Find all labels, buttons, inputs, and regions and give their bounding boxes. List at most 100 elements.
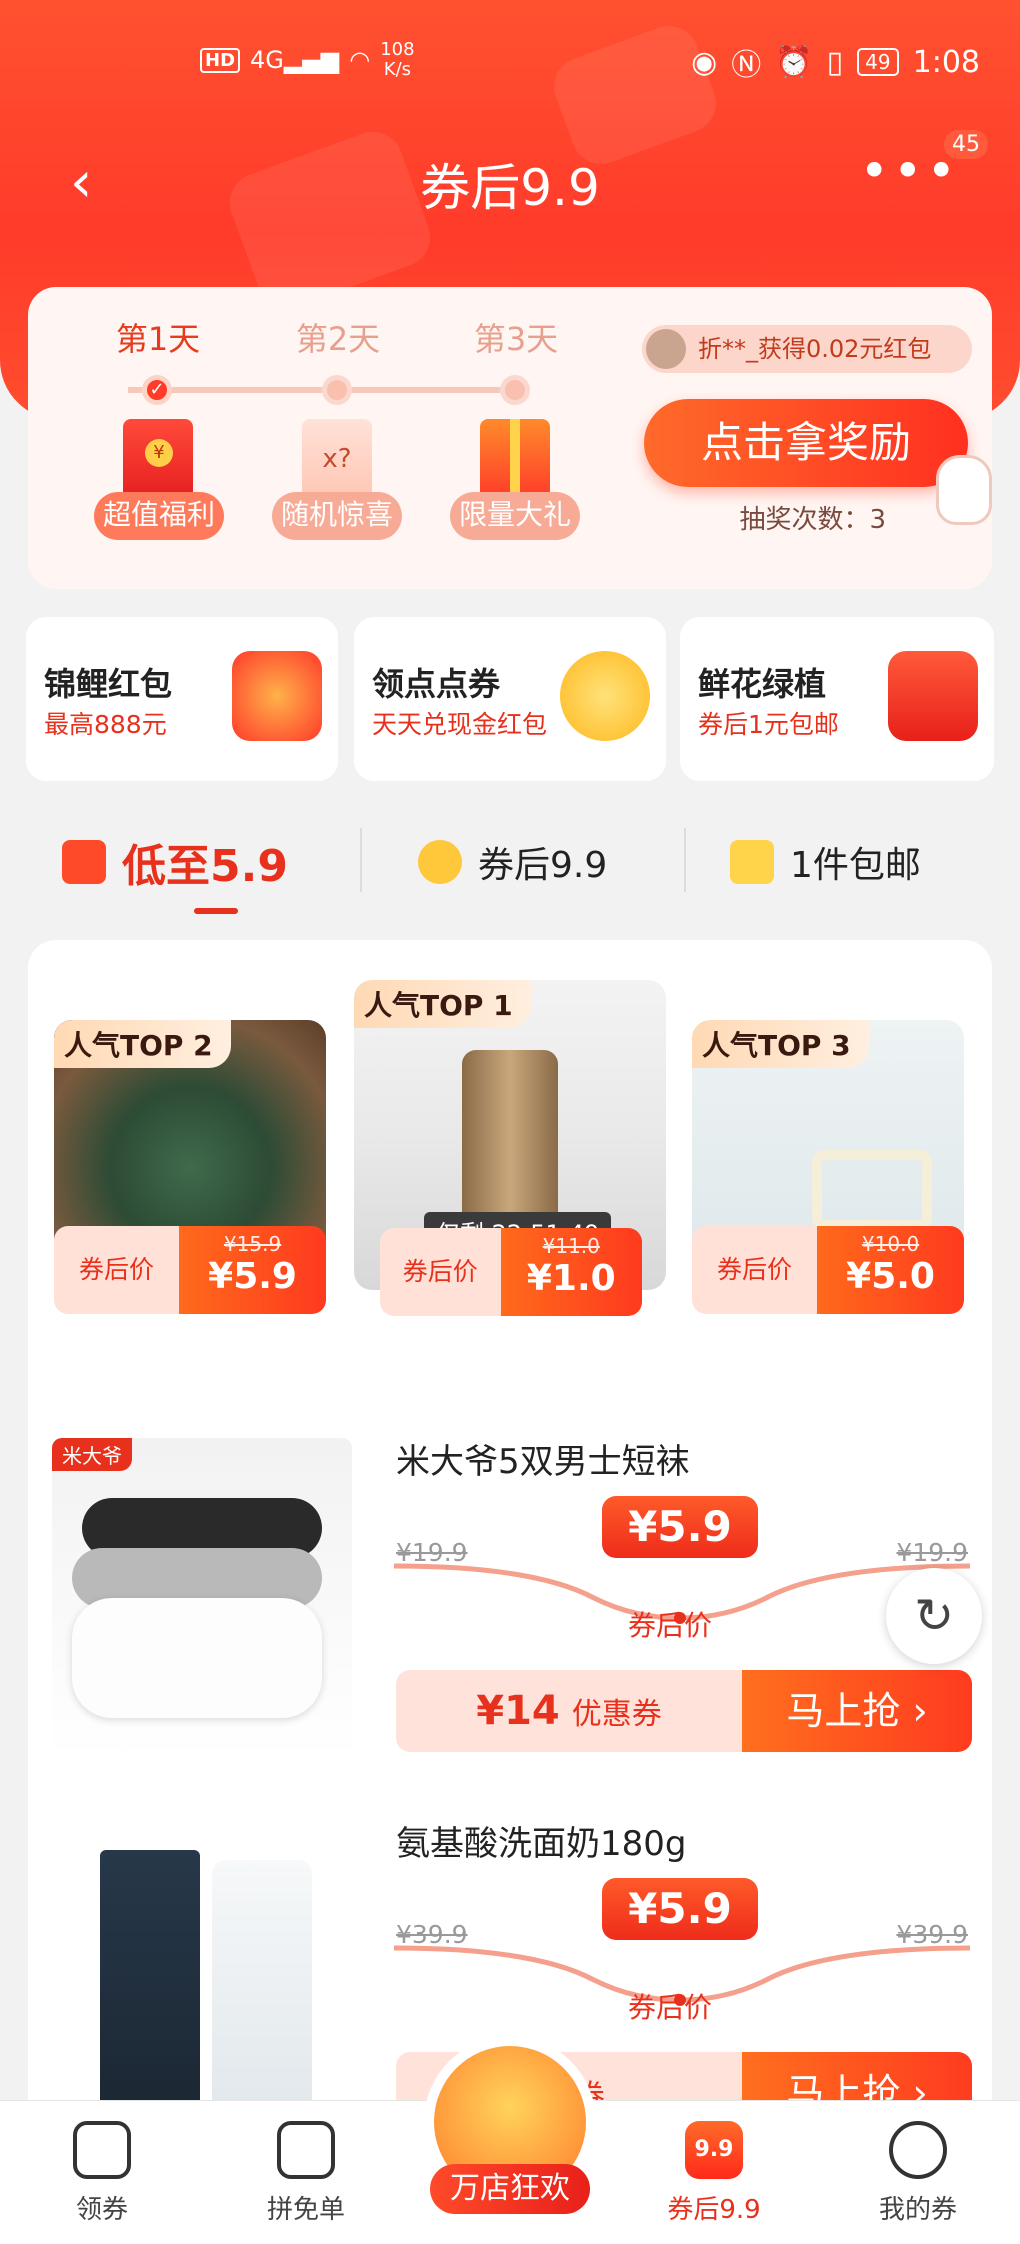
- checkin-card: 第1天 第2天 第3天 ✓ x? 超值福利 随机惊喜 限量大礼 折**_获得0.…: [28, 287, 992, 589]
- battery-icon: 49: [857, 48, 899, 76]
- reward-label-1: 超值福利: [94, 492, 224, 540]
- cleanser-tube-graphic: [212, 1860, 312, 2140]
- nav-label: 券后9.9: [667, 2195, 761, 2225]
- coupon-unit: 优惠券: [571, 1697, 662, 1732]
- after-coupon-label: 券后价: [628, 1609, 713, 1642]
- status-bar: HD 4G▂▄▆ ◠ 108 K/s ◉ Ⓝ ⏰ ▯ 49 1:08: [0, 0, 1020, 130]
- tab-divider: [360, 828, 362, 892]
- wallet-icon: [277, 2121, 335, 2179]
- original-price-left: ¥19.9: [396, 1538, 468, 1567]
- smile-face-icon: [889, 2121, 947, 2179]
- day-3-label: 第3天: [473, 320, 559, 358]
- gift-box-icon: [480, 419, 550, 499]
- rank-badge: 人气TOP 2: [54, 1020, 231, 1068]
- network-speed: 108 K/s: [380, 39, 415, 80]
- price-value: ¥11.0 ¥1.0: [500, 1228, 642, 1316]
- coupon-icon: [73, 2121, 131, 2179]
- price-value: ¥15.9 ¥5.9: [179, 1226, 326, 1314]
- nav-label: 我的券: [878, 2195, 957, 2225]
- price-tag: 券后价 ¥10.0 ¥5.0: [692, 1226, 964, 1314]
- product-image: [52, 1820, 352, 2140]
- price-label: 券后价: [380, 1228, 501, 1316]
- original-price-left: ¥39.9: [396, 1920, 468, 1949]
- coupon-amount: ¥14: [476, 1688, 560, 1734]
- refresh-icon[interactable]: ↻: [886, 1568, 982, 1664]
- winner-ticker: 折**_获得0.02元红包: [642, 325, 972, 373]
- brand-tag: 米大爷: [52, 1438, 132, 1471]
- promo-title: 鲜花绿植: [698, 665, 827, 703]
- grab-now-button[interactable]: 马上抢 ›: [742, 1670, 972, 1752]
- nav-label: 领券: [75, 2195, 128, 2225]
- progress-dot: [322, 375, 352, 405]
- reward-label-2: 随机惊喜: [272, 492, 402, 540]
- flame-icon: [418, 840, 462, 884]
- promo-title: 领点点券: [372, 665, 501, 703]
- mystery-envelope-icon: x?: [302, 419, 372, 499]
- soap-dish-graphic: [812, 1150, 932, 1230]
- nav-group-free[interactable]: 拼免单: [226, 2121, 386, 2226]
- nfc-icon: Ⓝ: [731, 48, 762, 83]
- nine-nine-icon: 9.9: [685, 2121, 743, 2179]
- eye-icon: ◉: [691, 44, 718, 80]
- hd-icon: HD: [200, 47, 241, 73]
- alarm-icon: ⏰: [775, 44, 813, 80]
- category-tabs: 低至5.9 券后9.9 1件包邮: [0, 800, 1020, 930]
- rank-badge: 人气TOP 1: [354, 980, 531, 1028]
- after-coupon-label: 券后价: [628, 1991, 713, 2024]
- after-coupon-price: ¥5.9: [602, 1496, 758, 1558]
- top-item-2[interactable]: 人气TOP 2 券后价 ¥15.9 ¥5.9: [54, 1020, 326, 1314]
- promo-subtitle: 天天兑现金红包: [372, 710, 548, 739]
- coupon-bar: ¥14 优惠券 马上抢 ›: [396, 1670, 972, 1752]
- star-ribbon-icon: [730, 840, 774, 884]
- tab-free-shipping[interactable]: 1件包邮: [730, 836, 921, 888]
- after-coupon-price: ¥5.9: [602, 1878, 758, 1940]
- original-price-right: ¥19.9: [896, 1538, 968, 1567]
- gold-coin-icon: [560, 651, 650, 741]
- promo-flowers-plants[interactable]: 鲜花绿植 券后1元包邮: [680, 617, 994, 781]
- tab-divider: [684, 828, 686, 892]
- promo-subtitle: 券后1元包邮: [698, 710, 839, 739]
- title-bar: ‹ 券后9.9 ••• 45: [0, 130, 1020, 230]
- notification-badge: 45: [944, 130, 988, 159]
- price-tag: 券后价 ¥11.0 ¥1.0: [380, 1228, 642, 1316]
- top-item-3[interactable]: 人气TOP 3 券后价 ¥10.0 ¥5.0: [692, 1020, 964, 1314]
- tab-after-coupon-9-9[interactable]: 券后9.9: [418, 836, 607, 888]
- pointing-hand-icon: [936, 455, 992, 525]
- progress-dot: [500, 375, 530, 405]
- signal-icon: 4G▂▄▆: [250, 46, 340, 74]
- promo-title: 锦鲤红包: [44, 665, 173, 703]
- gift-box-icon: [888, 651, 978, 741]
- price-label: 券后价: [54, 1226, 180, 1314]
- cleanser-box-graphic: [100, 1850, 200, 2140]
- product-row[interactable]: 米大爷 米大爷5双男士短袜 ¥19.9 ¥19.9 ¥5.9 券后价 ¥14 优…: [28, 1438, 992, 1798]
- price-label: 券后价: [692, 1226, 818, 1314]
- truck-icon: [62, 840, 106, 884]
- clock: 1:08: [912, 44, 980, 80]
- price-tag: 券后价 ¥15.9 ¥5.9: [54, 1226, 326, 1314]
- red-envelope-icon: [123, 419, 193, 499]
- avatar: [646, 329, 686, 369]
- vibrate-icon: ▯: [826, 44, 844, 80]
- reward-label-3: 限量大礼: [450, 492, 580, 540]
- promo-koi-red-packet[interactable]: 锦鲤红包 最高888元: [26, 617, 338, 781]
- tab-low-5-9[interactable]: 低至5.9: [62, 830, 288, 894]
- product-title: 氨基酸洗面奶180g: [396, 1824, 687, 1864]
- winner-text: 折**_获得0.02元红包: [698, 335, 932, 363]
- nav-after-coupon-9-9[interactable]: 9.9 券后9.9: [634, 2121, 794, 2226]
- sock-graphic: [72, 1598, 322, 1718]
- koi-fish-icon: [232, 651, 322, 741]
- day-1-label: 第1天: [115, 320, 201, 358]
- nav-my-coupons[interactable]: 我的券: [838, 2121, 998, 2226]
- original-price-right: ¥39.9: [896, 1920, 968, 1949]
- active-tab-indicator: [194, 908, 238, 914]
- nav-label: 拼免单: [266, 2195, 345, 2225]
- price-value: ¥10.0 ¥5.0: [817, 1226, 964, 1314]
- progress-track: [128, 387, 508, 393]
- claim-reward-button[interactable]: 点击拿奖励: [644, 399, 968, 487]
- checkmark-icon: ✓: [142, 375, 172, 405]
- top-item-1[interactable]: 人气TOP 1 仅剩 22:51:49 券后价 ¥11.0 ¥1.0: [354, 980, 666, 1316]
- rank-badge: 人气TOP 3: [692, 1020, 869, 1068]
- nav-get-coupons[interactable]: 领券: [22, 2121, 182, 2226]
- promo-points-coupon[interactable]: 领点点券 天天兑现金红包: [354, 617, 666, 781]
- center-promo-label[interactable]: 万店狂欢: [430, 2164, 590, 2214]
